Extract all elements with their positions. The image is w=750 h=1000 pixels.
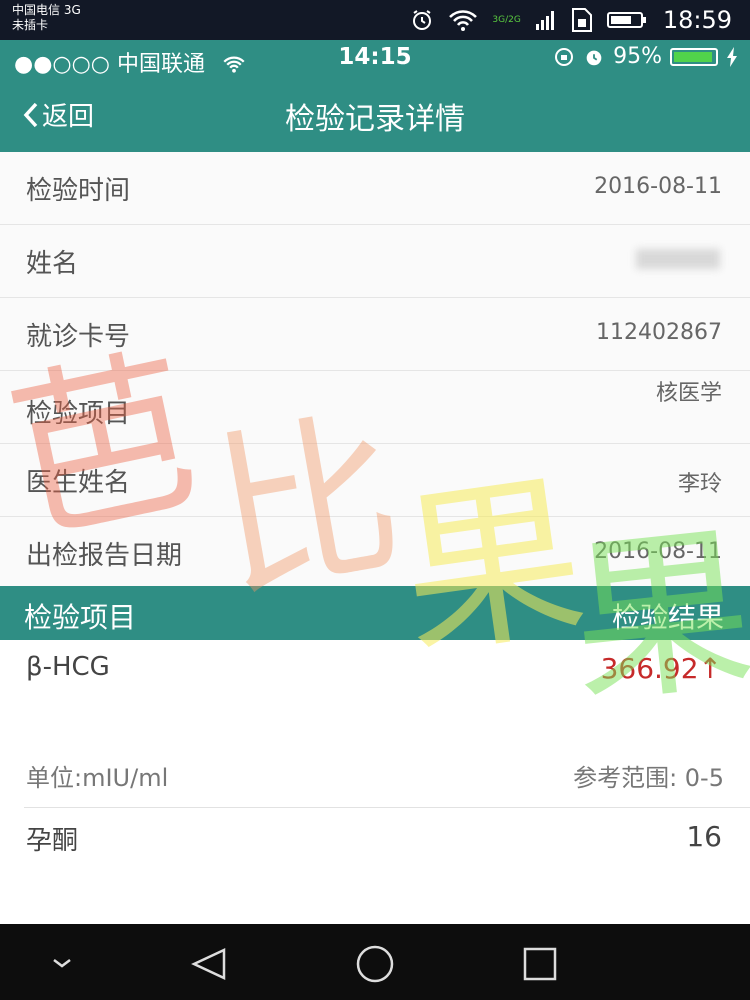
back-triangle-icon[interactable]: [191, 948, 226, 980]
rotation-lock-icon: [555, 47, 574, 66]
info-list: 检验时间 2016-08-11 姓名 就诊卡号 112402867 检验项目 核…: [0, 152, 750, 589]
results-table-header: 检验项目 检验结果: [0, 586, 750, 640]
ios-battery-percent: 95%: [613, 44, 662, 69]
result-name: β-HCG: [26, 652, 110, 682]
alarm-icon: [413, 10, 432, 30]
nav-bar: 返回 检验记录详情: [0, 76, 750, 152]
info-label: 就诊卡号: [26, 322, 131, 352]
info-value: 核医学: [655, 381, 722, 406]
info-row-doctor: 医生姓名 李玲: [0, 444, 750, 517]
info-row-test-time: 检验时间 2016-08-11: [0, 152, 750, 225]
info-value: 李玲: [677, 472, 722, 497]
header-item: 检验项目: [24, 601, 137, 634]
battery-icon: [606, 12, 646, 28]
ios-status-bar: ●●○○○ 中国联通 14:15 95%: [0, 40, 750, 77]
info-value: 2016-08-11: [594, 174, 722, 199]
battery-icon: [670, 47, 718, 66]
result-value-abnormal: 366.92↑: [600, 652, 722, 685]
info-label: 出检报告日期: [26, 541, 183, 571]
outer-status-bar: 中国电信 3G 未插卡 3G/2G 18:59: [0, 0, 750, 40]
signal-icon: [535, 11, 554, 30]
result-value: 16: [686, 820, 722, 853]
info-label: 姓名: [26, 249, 79, 279]
info-value: 2016-08-11: [594, 539, 722, 564]
result-reference-range: 参考范围: 0-5: [573, 764, 724, 792]
info-label: 检验项目: [26, 399, 131, 429]
recents-square-icon[interactable]: [523, 947, 557, 981]
info-label: 检验时间: [26, 176, 131, 206]
header-result: 检验结果: [611, 601, 724, 634]
sim-icon: [571, 8, 592, 32]
divider: [24, 807, 750, 808]
info-row-report-date: 出检报告日期 2016-08-11: [0, 517, 750, 589]
page-title: 检验记录详情: [285, 102, 465, 137]
info-label: 医生姓名: [26, 468, 131, 498]
outer-carrier: 中国电信 3G 未插卡: [12, 3, 81, 33]
result-unit: 单位:mIU/ml: [26, 764, 169, 792]
outer-carrier-line1: 中国电信 3G: [12, 3, 81, 17]
info-row-name: 姓名: [0, 225, 750, 298]
info-row-test-item: 检验项目 核医学: [0, 371, 750, 444]
outer-carrier-line2: 未插卡: [12, 18, 49, 32]
android-nav-bar: [0, 924, 750, 1000]
result-name: 孕酮: [26, 826, 79, 856]
chevron-down-icon[interactable]: [53, 959, 71, 968]
home-circle-icon[interactable]: [356, 945, 394, 983]
outer-time: 18:59: [662, 6, 732, 34]
redacted-name: [636, 249, 720, 269]
info-value: 112402867: [596, 320, 722, 345]
alarm-icon: [586, 50, 602, 65]
outer-status-icons: 3G/2G 18:59: [410, 0, 732, 40]
ios-status-icons: 95%: [553, 44, 738, 69]
charging-icon: [727, 46, 737, 67]
results-list: β-HCG 366.92↑ 单位:mIU/ml 参考范围: 0-5 孕酮 16: [0, 640, 750, 924]
network-badge: 3G/2G: [492, 15, 521, 25]
info-row-card-number: 就诊卡号 112402867: [0, 298, 750, 371]
wifi-icon: [449, 10, 478, 31]
